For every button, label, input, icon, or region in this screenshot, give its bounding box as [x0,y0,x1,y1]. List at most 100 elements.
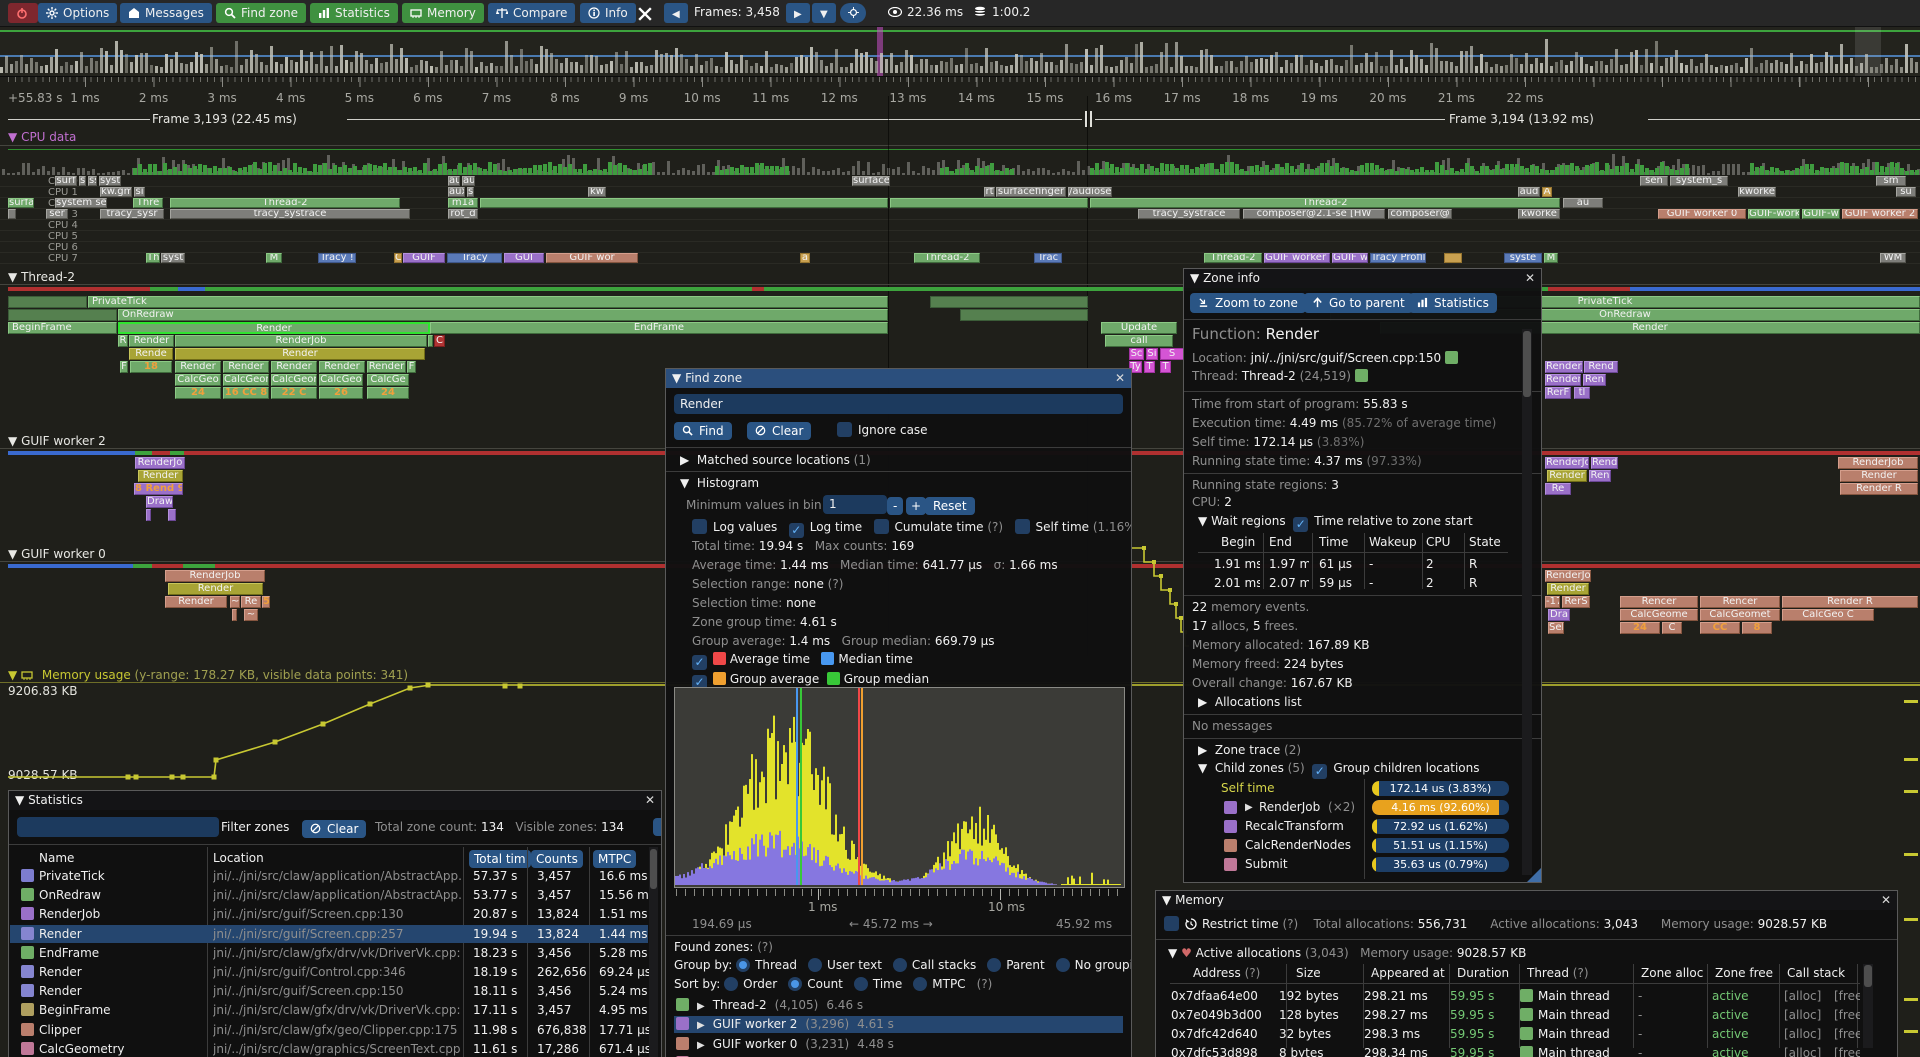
timeline-zone-system-se[interactable]: system se [55,198,107,208]
timeline-zone-su[interactable]: su [1896,187,1916,197]
timeline-zone-surf[interactable]: surf [55,176,77,186]
statistics-row-render[interactable]: Renderjni/../jni/src/guif/Screen.cpp:257… [10,925,648,943]
timeline-zone-sel[interactable]: Sel [1548,622,1564,634]
timeline-zone-guif-w[interactable]: GUIF-w [1802,209,1840,219]
found-zone-row-guif-worker-2[interactable]: ▶GUIF worker 2(3,296)4.61 s [674,1016,1123,1033]
timeline-zone-si[interactable]: Si [1146,348,1158,360]
timeline-zone-tracy-systrace[interactable]: tracy_systrace [170,209,410,219]
timeline-zone-render[interactable]: Render [271,361,317,373]
timeline-zone-m[interactable]: M [266,253,282,263]
timeline-zone-calcgeo[interactable]: CalcGeo [319,374,363,386]
timeline-zone-render[interactable]: Render [118,322,430,334]
timeline-zone-calcgeo[interactable]: CalcGeo [175,374,221,386]
timeline-zone-render-r[interactable]: Render R [1782,596,1918,608]
allocations-list-section[interactable]: ▶ Allocations list [1198,695,1302,709]
timeline-zone-24[interactable]: 24 [1620,622,1660,634]
timeline-zone-rers[interactable]: RerS [1562,596,1590,608]
statistics-scrollbar[interactable] [650,849,657,889]
col-size[interactable]: Size [1296,966,1321,980]
timeline-zone-calcgeome[interactable]: CalcGeome [223,374,269,386]
timeline-zone-calcgeor[interactable]: CalcGeor [271,374,317,386]
sort-by-radio-order[interactable] [724,977,738,991]
timeline-zone-f[interactable]: F [407,361,416,373]
timeline-zone-rencer[interactable]: Rencer [1700,596,1780,608]
timeline-zone[interactable] [232,609,237,621]
timeline-zone-syst[interactable]: syst [99,176,121,186]
timeline-zone-18[interactable]: 18 [130,361,172,373]
timeline-zone-call[interactable]: call [1105,335,1173,347]
statistics-row-clipper[interactable]: Clipperjni/../jni/src/claw/gfx/geo/Clipp… [10,1021,648,1039]
timeline-zone-renderjob[interactable]: RenderJob [1838,457,1918,469]
timeline-zone-renderjob[interactable]: RenderJob [175,335,427,347]
timeline-zone-tracy-profiler[interactable]: Tracy Profiler [1370,253,1426,263]
timeline-zone-calcge[interactable]: CalcGe [367,374,409,386]
statistics-window-title[interactable]: ▼ Statistics [9,791,661,810]
timeline-zone-render[interactable]: Render [223,361,269,373]
col-name[interactable]: Name [39,851,74,865]
timeline-zone-s[interactable]: s [467,187,474,197]
timeline-zone-guif-w[interactable]: GUIF w [1332,253,1368,263]
timeline-zone-rende[interactable]: Rende [129,348,173,360]
timeline-zone-renderj[interactable]: RenderJ [1545,361,1583,373]
timeline-zone-kworke[interactable]: kworke [1518,209,1560,219]
zone-info-window-title[interactable]: ▼ Zone info [1184,269,1541,288]
timeline-zone-guif[interactable]: GUIF [403,253,445,263]
min-increment-button[interactable]: + [906,495,926,515]
find-button[interactable]: Find [674,420,732,440]
col-total-time[interactable]: Total tim [469,848,531,868]
allocation-row[interactable]: 0x7dfc42d64032 bytes298.3 ms59.95 sMain … [1157,1025,1862,1043]
timeline-zone-16-cc-8[interactable]: 16 CC 8 [223,387,269,399]
timeline-zone[interactable] [960,309,1088,321]
timeline-zone-draw[interactable]: Draw [146,496,173,508]
timeline-zone-sen[interactable]: sen [1640,176,1668,186]
timeline-zone-au[interactable]: au [448,176,460,186]
memory-table-scrollbar[interactable] [1864,965,1872,987]
statistics-row-calcgeometry[interactable]: CalcGeometryjni/../jni/src/claw/graphics… [10,1040,648,1057]
statistics-row-endframe[interactable]: EndFramejni/../jni/src/claw/gfx/drv/vk/D… [10,944,648,962]
col-counts[interactable]: Counts [531,848,583,868]
group-by-radio-no-grouping[interactable] [1056,958,1070,972]
timeline-zone-5[interactable]: 5 [262,596,270,608]
timeline-zone-thre[interactable]: Thre [133,198,163,208]
timeline-zone-calcgeo-c[interactable]: CalcGeo C [1782,609,1874,621]
find-zone-search-input[interactable]: Render [674,394,1123,414]
timeline-zone-renderjol[interactable]: RenderJol [1545,570,1591,582]
timeline-zone-th[interactable]: Th [146,253,160,263]
allocation-row[interactable]: 0x7e049b3d00128 bytes298.27 ms59.95 sMai… [1157,1006,1862,1024]
timeline-zone-si[interactable]: si [134,187,145,197]
timeline-zone-t[interactable]: T [1144,361,1155,373]
wait-regions-section[interactable]: ▼ Wait regions Time relative to zone sta… [1198,514,1473,532]
timeline-zone-rot-d[interactable]: rot_d [448,209,478,219]
timeline-zone--[interactable]: ~ [244,609,258,621]
timeline-zone-s[interactable]: S [1160,348,1184,360]
timeline-zone-render[interactable]: Render [165,596,227,608]
timeline-zone[interactable] [8,309,117,321]
resize-grip[interactable] [1527,868,1541,882]
timeline-zone-render[interactable]: Render [367,361,406,373]
timeline-zone-composer-2-1-se-hw[interactable]: composer@2.1-se [HW [1243,209,1385,219]
group-by-radio-call-stacks[interactable] [893,958,907,972]
timeline-zone-c[interactable]: C [434,335,445,347]
timeline-zone[interactable] [8,209,16,219]
zoom-to-zone-button[interactable]: Zoom to zone [1190,292,1306,313]
timeline-zone[interactable] [168,509,176,521]
close-icon[interactable]: ✕ [1115,369,1125,388]
timeline-zone-m[interactable]: M [1544,253,1558,263]
timeline-zone-sc[interactable]: Sc [1129,348,1144,360]
timeline-zone-f[interactable]: F [120,361,128,373]
timeline-zone-cc[interactable]: CC [1700,622,1740,634]
timeline-zone-tl[interactable]: tl [1574,387,1590,399]
timeline-zone-gui[interactable]: GUI [504,253,544,263]
timeline-zone-24[interactable]: 24 [175,387,221,399]
filter-zones-input[interactable] [17,817,219,837]
time-relative-checkbox[interactable] [1293,517,1308,532]
statistics-row-render[interactable]: Renderjni/../jni/src/guif/Control.cpp:34… [10,963,648,981]
allocation-row[interactable]: 0x7dfaa64e00192 bytes298.21 ms59.95 sMai… [1157,987,1862,1005]
timeline-zone-tracy-[interactable]: Tracy ! [318,253,356,263]
col-appeared[interactable]: Appeared at [1371,966,1445,980]
timeline-zone-render[interactable]: Render [138,470,183,482]
log-values-checkbox[interactable]: Log values [692,520,777,534]
group-by-radio-user-text[interactable] [808,958,822,972]
timeline-zone-render[interactable]: Render [319,361,365,373]
timeline-zone-t[interactable]: T [1160,361,1171,373]
